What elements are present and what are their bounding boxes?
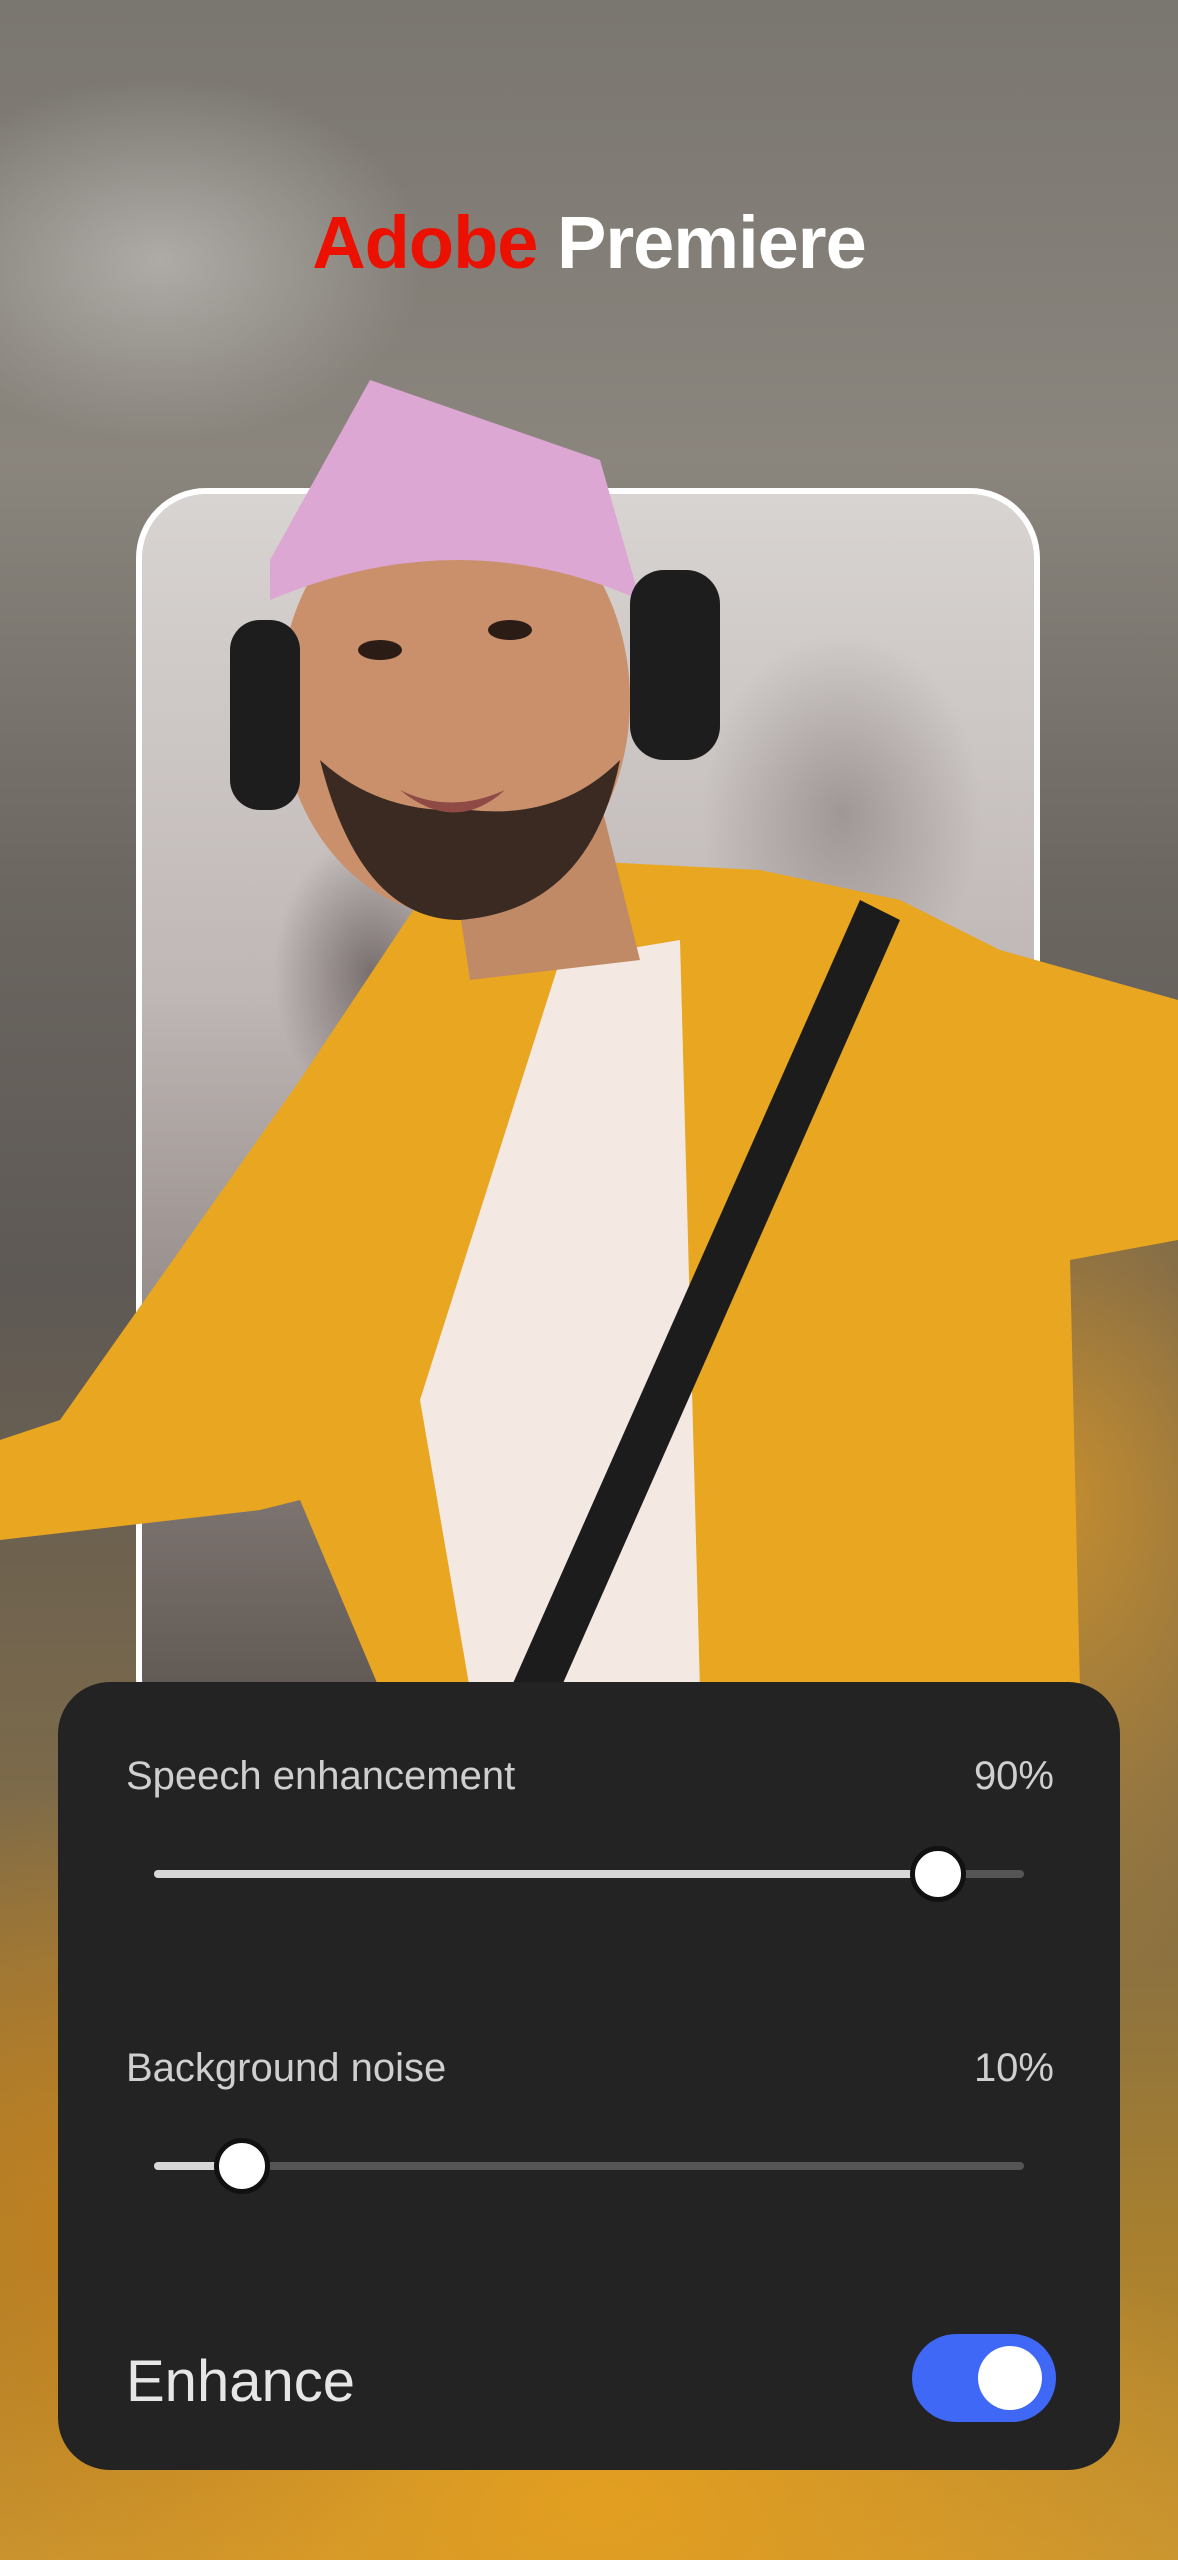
speech-enhancement-value: 90% <box>973 1754 1054 1798</box>
app-logo: Adobe Premiere <box>0 200 1178 285</box>
background-noise-value: 10% <box>973 2046 1054 2090</box>
logo-product-text: Premiere <box>556 201 867 284</box>
audio-controls-panel: Speech enhancement 90% Background noise … <box>58 1682 1120 2470</box>
speech-enhancement-label: Speech enhancement <box>126 1754 516 1798</box>
background-noise-slider-thumb[interactable] <box>214 2138 270 2194</box>
background-noise-slider[interactable] <box>154 2138 1024 2194</box>
enhance-toggle[interactable] <box>912 2334 1056 2422</box>
speech-enhancement-slider-thumb[interactable] <box>910 1846 966 1902</box>
background-noise-label: Background noise <box>126 2046 447 2090</box>
enhance-toggle-knob <box>978 2346 1042 2410</box>
speech-enhancement-slider[interactable] <box>154 1846 1024 1902</box>
speech-enhancement-slider-fill <box>154 1870 937 1878</box>
logo-brand-text: Adobe <box>312 201 538 284</box>
video-preview-frame <box>136 488 1040 1748</box>
enhance-label: Enhance <box>126 2349 355 2414</box>
